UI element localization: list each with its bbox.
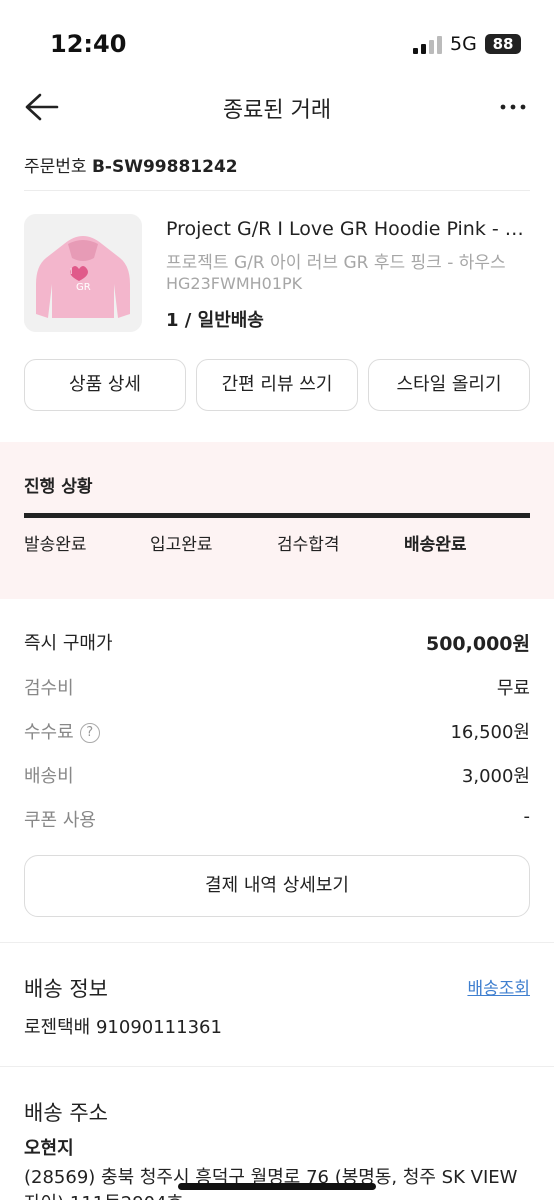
step-shipped: 발송완료 (24, 535, 87, 555)
commission-value: 16,500원 (450, 722, 530, 743)
product-name-korean: 프로젝트 G/R 아이 러브 GR 후드 핑크 - 하우스 (166, 253, 506, 273)
product-image[interactable]: I GR (24, 214, 142, 332)
inspection-fee-value: 무료 (496, 678, 530, 699)
track-shipment-link[interactable]: 배송조회 (467, 974, 530, 999)
step-delivered: 배송완료 (404, 535, 467, 555)
shipping-address-title: 배송 주소 (24, 1101, 108, 1125)
progress-bar (24, 513, 530, 518)
payment-detail-button[interactable]: 결제 내역 상세보기 (24, 855, 530, 917)
order-number-label: 주문번호 (24, 157, 87, 177)
divider (24, 190, 530, 191)
order-number: 주문번호 B-SW99881242 (24, 152, 238, 177)
coupon-value: - (523, 806, 531, 827)
product-quantity: 1 / 일반배송 (166, 310, 264, 331)
signal-icon (413, 36, 443, 54)
buy-now-price-label: 즉시 구매가 (24, 633, 113, 654)
quick-review-button[interactable]: 간편 리뷰 쓰기 (196, 359, 358, 411)
product-detail-button[interactable]: 상품 상세 (24, 359, 186, 411)
help-icon[interactable]: ? (79, 723, 100, 743)
progress-section: 진행 상황 발송완료 입고완료 검수합격 배송완료 (0, 442, 554, 599)
order-number-value: B-SW99881242 (91, 157, 238, 177)
section-divider (0, 942, 554, 943)
svg-text:I: I (70, 267, 72, 276)
page-title: 종료된 거래 (222, 98, 332, 123)
product-code: HG23FWMH01PK (166, 274, 303, 293)
status-bar: 12:40 5G 88 (0, 0, 554, 80)
shipping-info-title: 배송 정보 (24, 977, 108, 1001)
network-type: 5G (450, 33, 477, 55)
step-received: 입고완료 (150, 535, 213, 555)
shipping-fee-value: 3,000원 (461, 766, 530, 787)
inspection-fee-label: 검수비 (24, 678, 74, 699)
nav-bar: 종료된 거래 (0, 80, 554, 134)
coupon-label: 쿠폰 사용 (24, 810, 96, 831)
more-icon[interactable] (498, 92, 528, 122)
tracking-number: 로젠택배 91090111361 (24, 1017, 222, 1038)
product-action-buttons: 상품 상세 간편 리뷰 쓰기 스타일 올리기 (24, 359, 530, 411)
product-name[interactable]: Project G/R I Love GR Hoodie Pink - Heat… (166, 218, 530, 240)
shipping-fee-label: 배송비 (24, 766, 74, 787)
buy-now-price-value: 500,000원 (425, 633, 530, 655)
section-divider (0, 1066, 554, 1067)
commission-label-row: 수수료? (24, 718, 100, 744)
upload-style-button[interactable]: 스타일 올리기 (368, 359, 530, 411)
progress-title: 진행 상황 (24, 477, 93, 497)
battery-icon: 88 (485, 34, 521, 54)
svg-text:GR: GR (76, 282, 91, 293)
home-indicator[interactable] (178, 1183, 376, 1190)
recipient-name: 오현지 (24, 1138, 74, 1159)
step-inspection-passed: 검수합격 (277, 535, 340, 555)
status-time: 12:40 (50, 30, 127, 58)
commission-label: 수수료 (24, 722, 74, 743)
